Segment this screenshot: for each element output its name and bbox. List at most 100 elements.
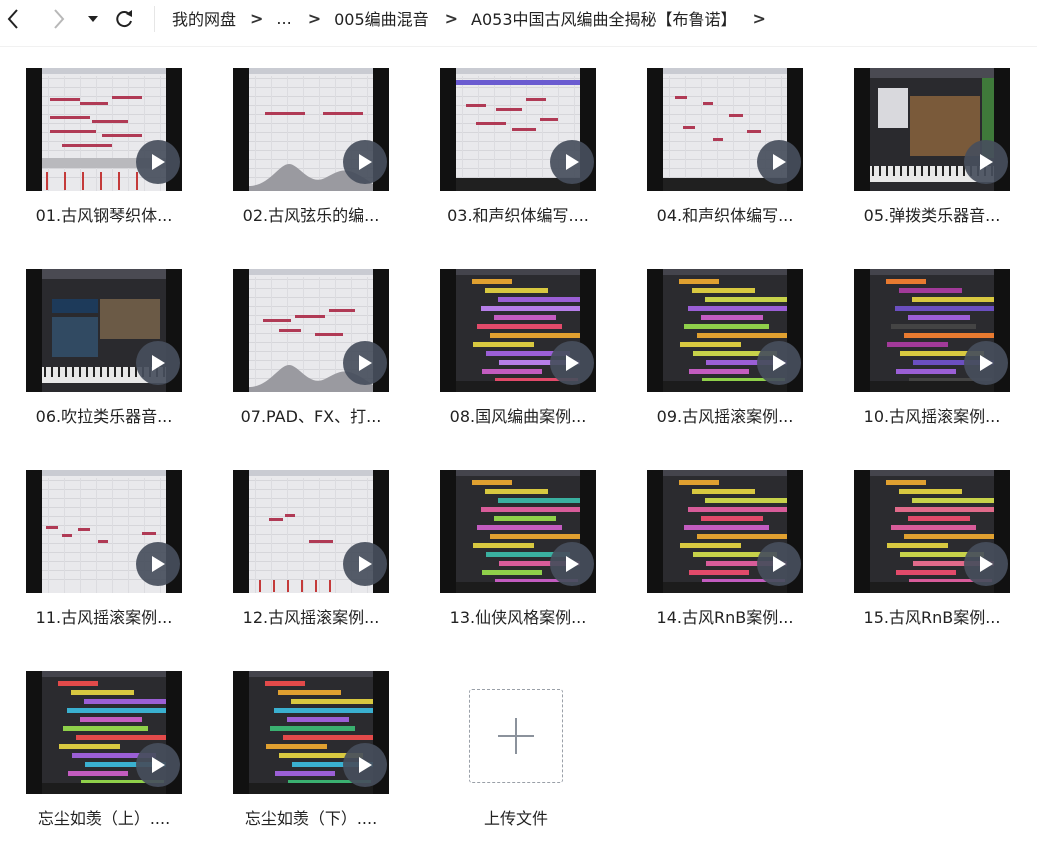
play-button[interactable]	[757, 542, 801, 586]
play-button[interactable]	[343, 743, 387, 787]
file-tile[interactable]: 03.和声织体编写....	[432, 68, 622, 248]
forward-button[interactable]	[46, 6, 72, 32]
refresh-button[interactable]	[111, 6, 137, 32]
play-button[interactable]	[550, 341, 594, 385]
file-name[interactable]: 03.和声织体编写....	[432, 202, 604, 226]
play-icon	[566, 556, 579, 572]
top-navigation-bar: 我的网盘 > ... > 005编曲混音 > A053中国古风编曲全揭秘【布鲁诺…	[0, 0, 1037, 38]
file-name[interactable]: 05.弹拨类乐器音...	[846, 202, 1018, 226]
file-name[interactable]: 09.古风摇滚案例...	[639, 403, 811, 427]
video-thumbnail[interactable]	[26, 470, 182, 593]
play-icon	[980, 556, 993, 572]
play-icon	[359, 355, 372, 371]
breadcrumb-item-root[interactable]: 我的网盘	[172, 6, 236, 30]
file-name[interactable]: 12.古风摇滚案例...	[225, 604, 397, 628]
play-button[interactable]	[343, 341, 387, 385]
play-button[interactable]	[343, 542, 387, 586]
video-thumbnail[interactable]	[647, 470, 803, 593]
play-button[interactable]	[757, 140, 801, 184]
video-thumbnail[interactable]	[26, 269, 182, 392]
video-thumbnail[interactable]	[233, 269, 389, 392]
video-thumbnail[interactable]	[26, 671, 182, 794]
video-thumbnail[interactable]	[854, 68, 1010, 191]
file-name[interactable]: 10.古风摇滚案例...	[846, 403, 1018, 427]
play-button[interactable]	[550, 140, 594, 184]
file-tile[interactable]: 02.古风弦乐的编...	[225, 68, 415, 248]
header-divider	[0, 46, 1037, 47]
file-name[interactable]: 01.古风钢琴织体...	[18, 202, 190, 226]
play-icon	[152, 154, 165, 170]
file-tile[interactable]: 07.PAD、FX、打...	[225, 269, 415, 449]
file-tile[interactable]: 08.国风编曲案例...	[432, 269, 622, 449]
play-icon	[773, 154, 786, 170]
video-thumbnail[interactable]	[854, 470, 1010, 593]
file-tile[interactable]: 14.古风RnB案例...	[639, 470, 829, 650]
play-icon	[359, 556, 372, 572]
file-tile[interactable]: 忘尘如羡（上）....	[18, 671, 208, 851]
video-thumbnail[interactable]	[647, 269, 803, 392]
file-tile[interactable]: 忘尘如羡（下）....	[225, 671, 415, 851]
play-button[interactable]	[964, 542, 1008, 586]
file-tile[interactable]: 01.古风钢琴织体...	[18, 68, 208, 248]
file-name[interactable]: 11.古风摇滚案例...	[18, 604, 190, 628]
file-tile[interactable]: 06.吹拉类乐器音...	[18, 269, 208, 449]
play-button[interactable]	[136, 140, 180, 184]
file-name[interactable]: 06.吹拉类乐器音...	[18, 403, 190, 427]
play-button[interactable]	[343, 140, 387, 184]
plus-icon	[498, 718, 534, 754]
dropdown-caret-icon	[88, 16, 98, 22]
breadcrumb-item-current[interactable]: A053中国古风编曲全揭秘【布鲁诺】	[471, 6, 737, 30]
breadcrumb-item-folder[interactable]: 005编曲混音	[334, 6, 429, 30]
breadcrumb-separator: >	[250, 8, 264, 28]
file-tile[interactable]: 09.古风摇滚案例...	[639, 269, 829, 449]
file-tile[interactable]: 04.和声织体编写...	[639, 68, 829, 248]
file-name[interactable]: 04.和声织体编写...	[639, 202, 811, 226]
toolbar-divider	[154, 6, 155, 32]
play-button[interactable]	[136, 341, 180, 385]
file-tile[interactable]: 05.弹拨类乐器音...	[846, 68, 1036, 248]
video-thumbnail[interactable]	[440, 68, 596, 191]
chevron-left-icon	[7, 9, 18, 29]
play-button[interactable]	[964, 341, 1008, 385]
file-name[interactable]: 忘尘如羡（上）....	[18, 805, 190, 829]
video-thumbnail[interactable]	[233, 68, 389, 191]
video-thumbnail[interactable]	[233, 470, 389, 593]
video-thumbnail[interactable]	[647, 68, 803, 191]
refresh-icon	[116, 10, 132, 28]
file-name[interactable]: 14.古风RnB案例...	[639, 604, 811, 628]
play-icon	[359, 757, 372, 773]
play-icon	[152, 355, 165, 371]
file-name[interactable]: 08.国风编曲案例...	[432, 403, 604, 427]
file-tile[interactable]: 10.古风摇滚案例...	[846, 269, 1036, 449]
play-button[interactable]	[964, 140, 1008, 184]
history-dropdown-button[interactable]	[80, 6, 106, 32]
file-name[interactable]: 忘尘如羡（下）....	[225, 805, 397, 829]
play-icon	[152, 757, 165, 773]
play-icon	[566, 154, 579, 170]
video-thumbnail[interactable]	[440, 269, 596, 392]
breadcrumb-expand-chevron[interactable]: >	[753, 9, 766, 28]
play-icon	[152, 556, 165, 572]
play-icon	[566, 355, 579, 371]
video-thumbnail[interactable]	[854, 269, 1010, 392]
breadcrumb-item-ellipsis[interactable]: ...	[276, 9, 291, 28]
back-button[interactable]	[0, 6, 26, 32]
file-tile[interactable]: 11.古风摇滚案例...	[18, 470, 208, 650]
video-thumbnail[interactable]	[233, 671, 389, 794]
file-name[interactable]: 02.古风弦乐的编...	[225, 202, 397, 226]
upload-file-button[interactable]	[469, 689, 563, 783]
video-thumbnail[interactable]	[440, 470, 596, 593]
play-button[interactable]	[757, 341, 801, 385]
file-name[interactable]: 15.古风RnB案例...	[846, 604, 1018, 628]
file-tile[interactable]: 13.仙侠风格案例...	[432, 470, 622, 650]
play-button[interactable]	[136, 743, 180, 787]
file-name[interactable]: 07.PAD、FX、打...	[225, 403, 397, 427]
play-button[interactable]	[136, 542, 180, 586]
file-name[interactable]: 13.仙侠风格案例...	[432, 604, 604, 628]
file-tile[interactable]: 15.古风RnB案例...	[846, 470, 1036, 650]
breadcrumb-separator: >	[444, 8, 459, 28]
file-tile[interactable]: 12.古风摇滚案例...	[225, 470, 415, 650]
video-thumbnail[interactable]	[26, 68, 182, 191]
play-icon	[773, 355, 786, 371]
play-button[interactable]	[550, 542, 594, 586]
